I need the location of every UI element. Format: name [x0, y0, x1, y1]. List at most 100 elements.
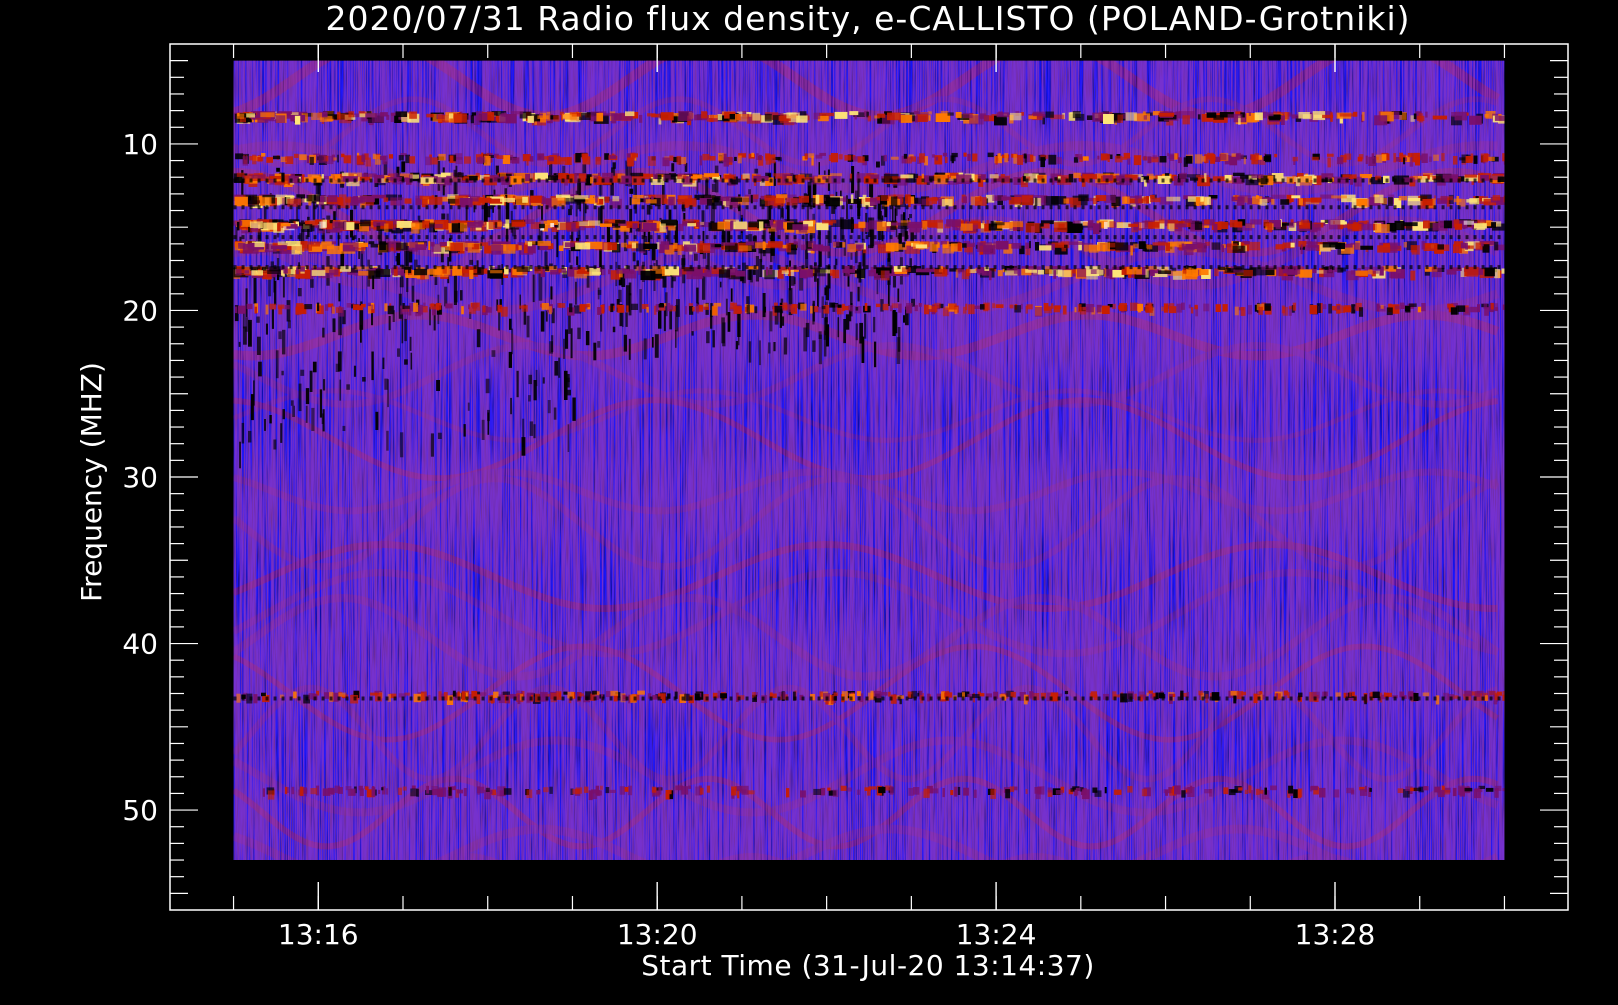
emission-mark: [888, 691, 891, 697]
emission-mark: [402, 303, 405, 310]
emission-mark: [582, 153, 587, 163]
emission-mark: [490, 270, 503, 274]
emission-mark: [558, 245, 564, 251]
dark-streak: [269, 415, 272, 424]
emission-mark: [1280, 199, 1290, 205]
emission-mark: [819, 691, 823, 697]
emission-mark: [1159, 219, 1165, 224]
emission-mark: [1469, 115, 1482, 125]
emission-mark: [1463, 220, 1474, 225]
emission-mark: [423, 302, 426, 307]
emission-mark: [1264, 787, 1267, 795]
dark-streak: [400, 432, 404, 458]
emission-mark: [764, 113, 772, 122]
emission-mark: [1122, 113, 1126, 119]
emission-mark: [530, 195, 543, 203]
emission-mark: [536, 790, 541, 795]
emission-mark: [1413, 787, 1422, 791]
dark-streak: [305, 405, 308, 423]
emission-mark: [404, 305, 410, 309]
emission-mark: [905, 305, 908, 310]
emission-mark: [1238, 787, 1243, 791]
emission-mark: [393, 243, 396, 253]
dark-streak: [825, 285, 829, 301]
dark-streak: [730, 288, 733, 302]
emission-mark: [1263, 219, 1269, 227]
emission-mark: [989, 174, 999, 179]
x-axis-label: Start Time (31-Jul-20 13:14:37): [641, 949, 1095, 982]
emission-mark: [241, 220, 251, 227]
emission-mark: [337, 111, 341, 120]
emission-mark: [1072, 111, 1081, 119]
emission-mark: [1259, 691, 1263, 695]
dark-streak: [577, 327, 581, 340]
emission-mark: [1196, 243, 1207, 253]
emission-mark: [1013, 154, 1017, 164]
emission-mark: [756, 153, 759, 160]
emission-mark: [584, 786, 589, 793]
dark-streak: [411, 285, 415, 302]
emission-mark: [1355, 270, 1368, 276]
emission-mark: [405, 154, 410, 164]
emission-mark: [1373, 223, 1375, 231]
emission-mark: [454, 172, 464, 178]
emission-mark: [983, 115, 989, 122]
emission-mark: [565, 242, 575, 248]
dark-streak: [628, 282, 632, 296]
emission-mark: [1386, 153, 1390, 161]
emission-mark: [915, 244, 928, 249]
emission-mark: [1287, 692, 1290, 699]
emission-mark: [368, 241, 375, 245]
emission-mark: [615, 219, 626, 224]
emission-mark: [597, 307, 602, 315]
emission-mark: [1240, 307, 1246, 316]
emission-mark: [1422, 199, 1433, 206]
emission-mark: [541, 303, 549, 310]
emission-mark: [605, 787, 610, 794]
emission-mark: [1190, 307, 1194, 314]
emission-mark: [543, 787, 549, 793]
emission-mark: [548, 306, 552, 315]
emission-mark: [997, 270, 1003, 277]
emission-mark: [566, 174, 570, 180]
dark-streak: [533, 424, 536, 439]
emission-mark: [699, 155, 703, 166]
dark-streak: [652, 337, 654, 348]
emission-mark: [642, 222, 657, 231]
emission-mark: [1043, 196, 1059, 206]
emission-mark: [1422, 692, 1430, 697]
dark-streak: [253, 275, 257, 304]
emission-mark: [1410, 245, 1418, 253]
emission-mark: [1374, 115, 1388, 126]
emission-mark: [667, 303, 671, 312]
dark-streak: [375, 411, 379, 430]
emission-mark: [299, 266, 305, 272]
emission-mark: [1128, 223, 1139, 227]
emission-mark: [1025, 222, 1040, 233]
emission-mark: [869, 198, 877, 207]
dark-streak: [848, 309, 852, 322]
emission-mark: [1275, 222, 1281, 230]
emission-mark: [550, 223, 554, 228]
emission-mark: [808, 241, 816, 248]
dark-streak: [454, 290, 458, 303]
emission-mark: [963, 306, 967, 314]
emission-mark: [384, 223, 389, 233]
emission-mark: [1327, 153, 1334, 157]
emission-mark: [248, 195, 252, 201]
dark-streak: [529, 421, 534, 436]
dark-streak: [430, 433, 434, 457]
dark-streak: [748, 189, 751, 195]
emission-mark: [947, 112, 954, 116]
dark-streak: [526, 315, 530, 338]
dark-streak: [406, 277, 409, 292]
emission-mark: [914, 115, 918, 123]
emission-mark: [367, 306, 372, 314]
emission-mark: [681, 786, 689, 795]
emission-mark: [564, 157, 572, 165]
emission-mark: [738, 245, 752, 251]
emission-mark: [696, 222, 710, 228]
emission-mark: [1486, 220, 1492, 227]
emission-mark: [1187, 196, 1204, 202]
emission-mark: [1417, 306, 1422, 313]
